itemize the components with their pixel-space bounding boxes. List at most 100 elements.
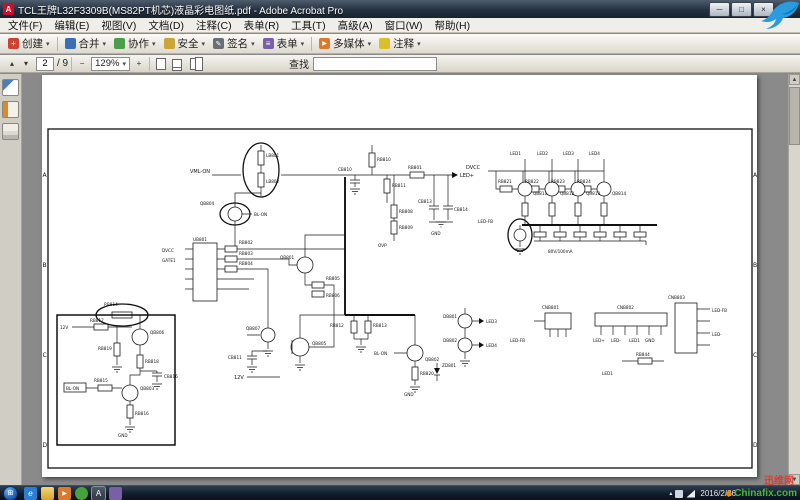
comment-button[interactable]: 注释 <box>375 35 425 52</box>
secure-icon <box>164 38 175 49</box>
zone-label: A <box>43 172 48 179</box>
pages-panel-button[interactable] <box>2 79 19 96</box>
sch-label: RB818 <box>145 359 159 364</box>
zone-label: A <box>753 172 757 179</box>
sch-label: RB814 <box>104 302 118 307</box>
create-pdf-icon <box>8 38 19 49</box>
minimize-button[interactable]: ─ <box>709 2 730 17</box>
menu-file[interactable]: 文件(F) <box>2 18 48 33</box>
pdf-page: A B C D A B C D <box>42 75 757 477</box>
scrollbar-thumb[interactable] <box>789 87 800 145</box>
sch-label: RB821 <box>498 179 512 184</box>
zoom-in-button[interactable] <box>132 57 146 71</box>
sch-label: RB823 <box>551 179 565 184</box>
leaf-icon <box>725 490 732 497</box>
sch-label: DB802 <box>443 338 457 343</box>
sch-label: RB801 <box>408 165 422 170</box>
menu-advanced[interactable]: 高级(A) <box>332 18 379 33</box>
bookmarks-panel-button[interactable] <box>2 101 19 118</box>
chevron-down-icon <box>46 40 50 48</box>
tray-expand-icon[interactable] <box>669 490 672 497</box>
acrobat-taskbar-icon[interactable] <box>92 487 105 500</box>
zone-label: C <box>43 352 47 359</box>
start-button[interactable] <box>3 486 18 500</box>
page-count-label: / 9 <box>57 58 68 69</box>
comment-icon <box>379 38 390 49</box>
zone-label: D <box>753 442 757 449</box>
sch-label: QB805 <box>312 341 326 346</box>
navigation-toolbar: / 9 129% 查找 <box>0 55 800 73</box>
previous-page-button[interactable] <box>5 57 19 71</box>
sch-label: GND <box>645 338 655 343</box>
combine-button[interactable]: 合并 <box>61 35 111 52</box>
page-number-input[interactable] <box>36 57 54 71</box>
menu-edit[interactable]: 编辑(E) <box>48 18 95 33</box>
sch-label: RB822 <box>525 179 539 184</box>
tray-status-icon[interactable] <box>675 490 683 498</box>
find-input[interactable] <box>313 57 437 71</box>
acrobat-app-icon <box>3 4 14 15</box>
main-toolbar: 创建 合并 协作 安全 签名 表单 多媒体 注释 <box>0 34 800 54</box>
sch-label: DB801 <box>443 314 457 319</box>
menu-window[interactable]: 窗口(W) <box>379 18 429 33</box>
ie-taskbar-icon[interactable] <box>24 487 37 500</box>
menu-help[interactable]: 帮助(H) <box>428 18 476 33</box>
window-title: TCL王牌L32F3309B(MS82PT机芯)液晶彩电图纸.pdf - Ado… <box>18 2 343 17</box>
menubar: 文件(F) 编辑(E) 视图(V) 文档(D) 注释(C) 表单(R) 工具(T… <box>0 18 800 33</box>
sch-label: 12V <box>60 325 68 330</box>
two-up-view-button[interactable] <box>185 57 201 71</box>
find-label: 查找 <box>289 56 309 71</box>
sch-label: ZD801 <box>442 363 456 368</box>
sch-label: LED1 <box>629 338 640 343</box>
next-page-button[interactable] <box>19 57 33 71</box>
schematic-drawing: A B C D A B C D <box>42 75 757 477</box>
sch-label: RB812 <box>330 323 344 328</box>
browser-taskbar-icon[interactable] <box>75 487 88 500</box>
sch-label: RB808 <box>399 209 413 214</box>
menu-forms[interactable]: 表单(R) <box>238 18 286 33</box>
sch-label: QB803 <box>140 386 154 391</box>
sch-label: CB814 <box>454 207 468 212</box>
sign-button[interactable]: 签名 <box>209 35 259 52</box>
create-button[interactable]: 创建 <box>4 35 54 52</box>
sch-label: QB807 <box>246 326 260 331</box>
single-page-view-button[interactable] <box>153 57 169 71</box>
secure-button[interactable]: 安全 <box>160 35 210 52</box>
forms-icon <box>263 38 274 49</box>
menu-tools[interactable]: 工具(T) <box>285 18 331 33</box>
scroll-up-arrow[interactable]: ▲ <box>789 74 800 85</box>
continuous-view-button[interactable] <box>169 57 185 71</box>
layers-panel-button[interactable] <box>2 123 19 140</box>
zoom-level-select[interactable]: 129% <box>91 57 130 71</box>
sch-label: RB802 <box>239 240 253 245</box>
forms-button[interactable]: 表单 <box>259 35 309 52</box>
explorer-taskbar-icon[interactable] <box>41 487 54 500</box>
menu-document[interactable]: 文档(D) <box>142 18 190 33</box>
zoom-out-button[interactable] <box>75 57 89 71</box>
network-icon[interactable] <box>686 490 695 498</box>
menu-comments[interactable]: 注释(C) <box>190 18 238 33</box>
sch-label: LED- <box>712 332 722 337</box>
sch-label: RB820 <box>420 371 434 376</box>
multimedia-button[interactable]: 多媒体 <box>315 35 375 52</box>
sch-label: RB824 <box>577 179 591 184</box>
collaborate-button[interactable]: 协作 <box>110 35 160 52</box>
menu-view[interactable]: 视图(V) <box>95 18 142 33</box>
toolbar-separator <box>311 37 312 51</box>
maximize-button[interactable]: □ <box>731 2 752 17</box>
sch-label: BL-ON <box>374 351 387 356</box>
sch-label: LED3 <box>486 319 497 324</box>
sch-label: RB803 <box>239 251 253 256</box>
image-viewer-taskbar-icon[interactable] <box>109 487 122 500</box>
sch-label: LED+ <box>593 338 605 343</box>
sch-label: CNB801 <box>542 305 559 310</box>
sch-label: DVCC <box>162 248 174 253</box>
sch-label: 12V <box>234 375 244 381</box>
sch-label: LED-FB <box>478 219 493 224</box>
chevron-down-icon <box>251 40 255 48</box>
sch-label: RB819 <box>98 346 112 351</box>
collaborate-icon <box>114 38 125 49</box>
media-player-taskbar-icon[interactable] <box>58 487 71 500</box>
sch-label: RB844 <box>636 352 650 357</box>
vertical-scrollbar[interactable]: ▲ ▼ <box>788 74 800 485</box>
